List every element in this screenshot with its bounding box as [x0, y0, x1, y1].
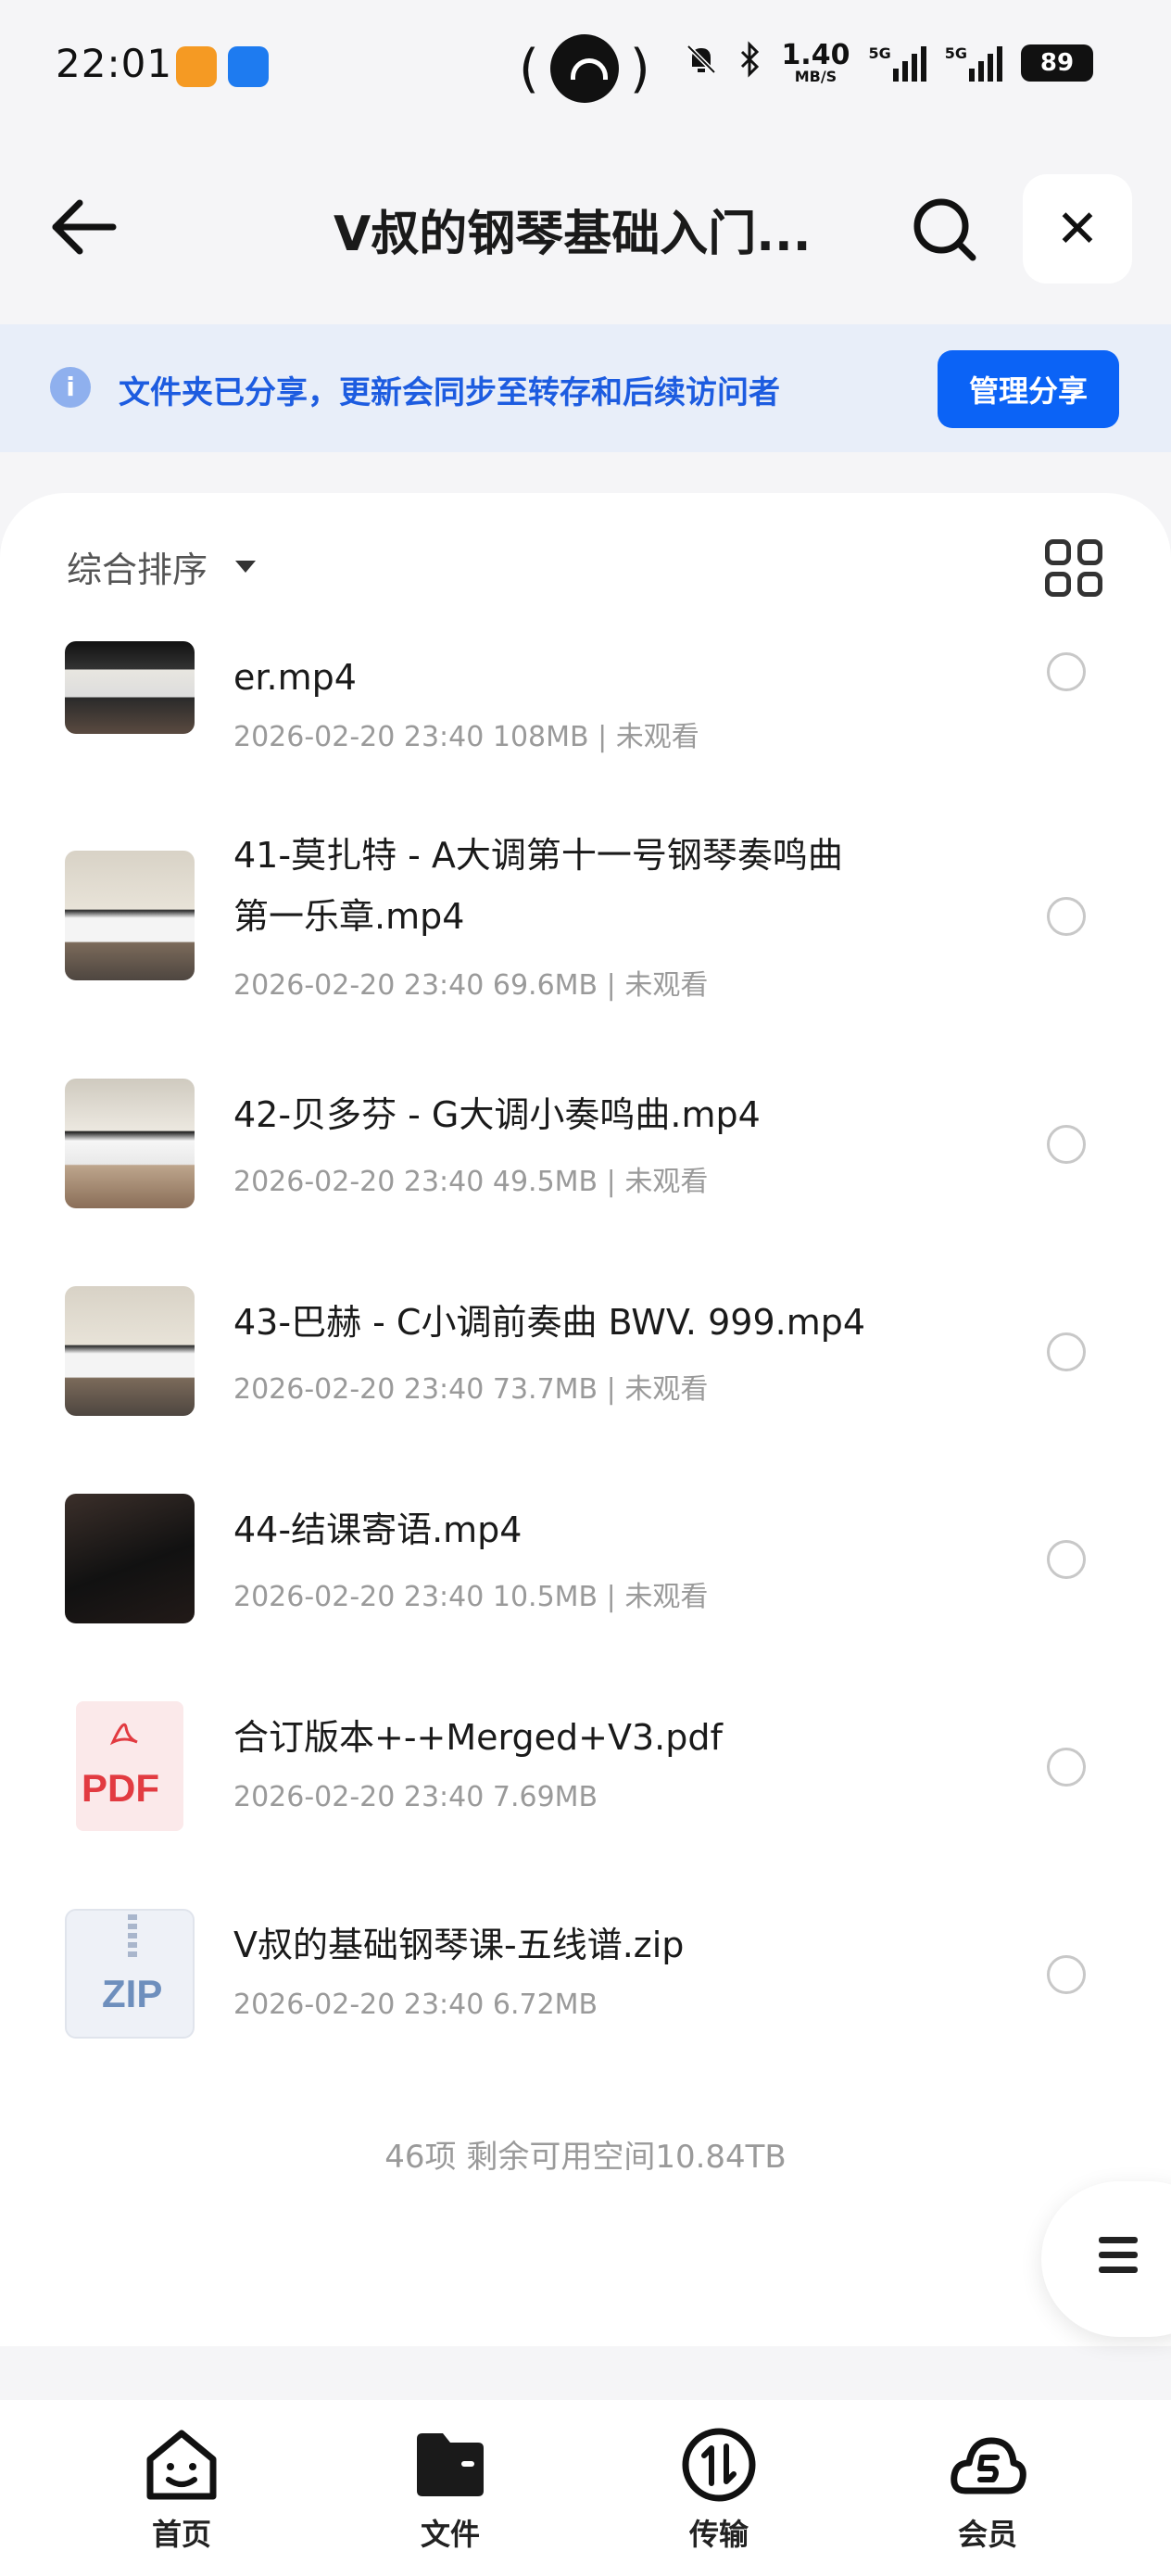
nav-label: 文件	[420, 2517, 480, 2552]
network-speed: 1.40 MB/S	[781, 38, 850, 85]
close-icon: ✕	[1055, 198, 1100, 259]
bluetooth-icon	[738, 41, 762, 84]
select-radio[interactable]	[1047, 1332, 1086, 1371]
file-name: 43-巴赫 - C小调前奏曲 BWV. 999.mp4	[233, 1302, 866, 1343]
nav-member[interactable]: 会员	[895, 2426, 1080, 2554]
share-banner-text: 文件夹已分享，更新会同步至转存和后续访问者	[119, 374, 780, 411]
pdf-file-icon: PDF	[65, 1701, 195, 1831]
search-icon	[913, 198, 976, 261]
sort-dropdown[interactable]: 综合排序	[67, 541, 257, 592]
nav-label: 传输	[688, 2517, 749, 2552]
app-notification-icon	[176, 46, 217, 87]
file-name: 41-莫扎特 - A大调第十一号钢琴奏鸣曲 第一乐章.mp4	[233, 835, 843, 937]
file-meta: 2026-02-20 23:40 69.6MB | 未观看	[233, 969, 709, 1002]
back-button[interactable]	[46, 195, 120, 259]
close-button[interactable]: ✕	[1023, 174, 1132, 284]
arrow-left-icon	[52, 199, 117, 255]
file-name: er.mp4	[233, 657, 357, 698]
file-meta: 2026-02-20 23:40 10.5MB | 未观看	[233, 1581, 709, 1613]
select-radio[interactable]	[1047, 1540, 1086, 1579]
select-radio[interactable]	[1047, 1955, 1086, 1994]
grid-view-button[interactable]	[1045, 539, 1102, 597]
hotspot-icon	[549, 34, 619, 103]
file-meta: 2026-02-20 23:40 7.69MB	[233, 1781, 598, 1813]
signal-sim1: 5G	[868, 44, 926, 82]
file-name: V叔的基础钢琴课-五线谱.zip	[233, 1925, 685, 1965]
bottom-nav: 首页 文件 传输 会员	[0, 2400, 1171, 2576]
storage-summary: 46项 剩余可用空间10.84TB	[384, 2139, 787, 2176]
search-button[interactable]	[908, 193, 982, 267]
share-banner: i 文件夹已分享，更新会同步至转存和后续访问者 管理分享	[0, 324, 1171, 452]
select-radio[interactable]	[1047, 897, 1086, 936]
nav-label: 会员	[957, 2517, 1017, 2552]
select-radio[interactable]	[1047, 1748, 1086, 1787]
sort-label: 综合排序	[67, 549, 208, 590]
manage-share-button[interactable]: 管理分享	[938, 350, 1119, 428]
select-radio[interactable]	[1047, 652, 1086, 691]
video-thumbnail	[65, 1494, 195, 1623]
page-title: V叔的钢琴基础入门...	[334, 207, 812, 262]
file-name: 44-结课寄语.mp4	[233, 1509, 523, 1550]
info-icon: i	[50, 367, 91, 408]
status-indicators: 1.40 MB/S 5G 5G 89	[683, 41, 1093, 84]
file-meta: 2026-02-20 23:40 73.7MB | 未观看	[233, 1373, 709, 1406]
file-meta: 2026-02-20 23:40 6.72MB	[233, 1989, 598, 2021]
signal-sim2: 5G	[945, 44, 1002, 82]
file-meta: 2026-02-20 23:40 49.5MB | 未观看	[233, 1166, 709, 1198]
hotspot-indicator: ()	[519, 32, 650, 106]
grid-view-icon	[1045, 539, 1071, 565]
file-name: 合订版本+-+Merged+V3.pdf	[233, 1717, 723, 1758]
status-bar: 22:01 () 1.40 MB/S 5G 5G 89	[0, 0, 1171, 139]
nav-files[interactable]: 文件	[358, 2426, 543, 2554]
acrobat-icon	[109, 1723, 138, 1746]
menu-icon	[1099, 2237, 1138, 2281]
file-list-panel: 综合排序	[0, 493, 1171, 2346]
caret-down-icon	[235, 561, 257, 573]
nav-transfer[interactable]: 传输	[626, 2426, 812, 2554]
home-smile-icon	[143, 2426, 220, 2504]
mute-bell-icon	[683, 41, 720, 84]
title-bar: V叔的钢琴基础入门... ✕	[0, 167, 1171, 287]
zip-file-icon: ZIP	[65, 1909, 195, 2039]
nav-home[interactable]: 首页	[89, 2426, 274, 2554]
select-radio[interactable]	[1047, 1125, 1086, 1164]
member-cloud-icon	[949, 2426, 1026, 2504]
status-time: 22:01	[56, 41, 173, 86]
file-name: 42-贝多芬 - G大调小奏鸣曲.mp4	[233, 1094, 761, 1135]
transfer-icon	[680, 2426, 758, 2504]
file-meta: 2026-02-20 23:40 108MB | 未观看	[233, 721, 699, 753]
video-thumbnail	[65, 1079, 195, 1208]
battery-indicator: 89	[1021, 44, 1093, 82]
cloud-app-notification-icon	[228, 46, 269, 87]
folder-icon	[411, 2426, 489, 2504]
nav-label: 首页	[151, 2517, 211, 2552]
video-thumbnail	[65, 641, 195, 734]
video-thumbnail	[65, 1286, 195, 1416]
video-thumbnail	[65, 851, 195, 980]
